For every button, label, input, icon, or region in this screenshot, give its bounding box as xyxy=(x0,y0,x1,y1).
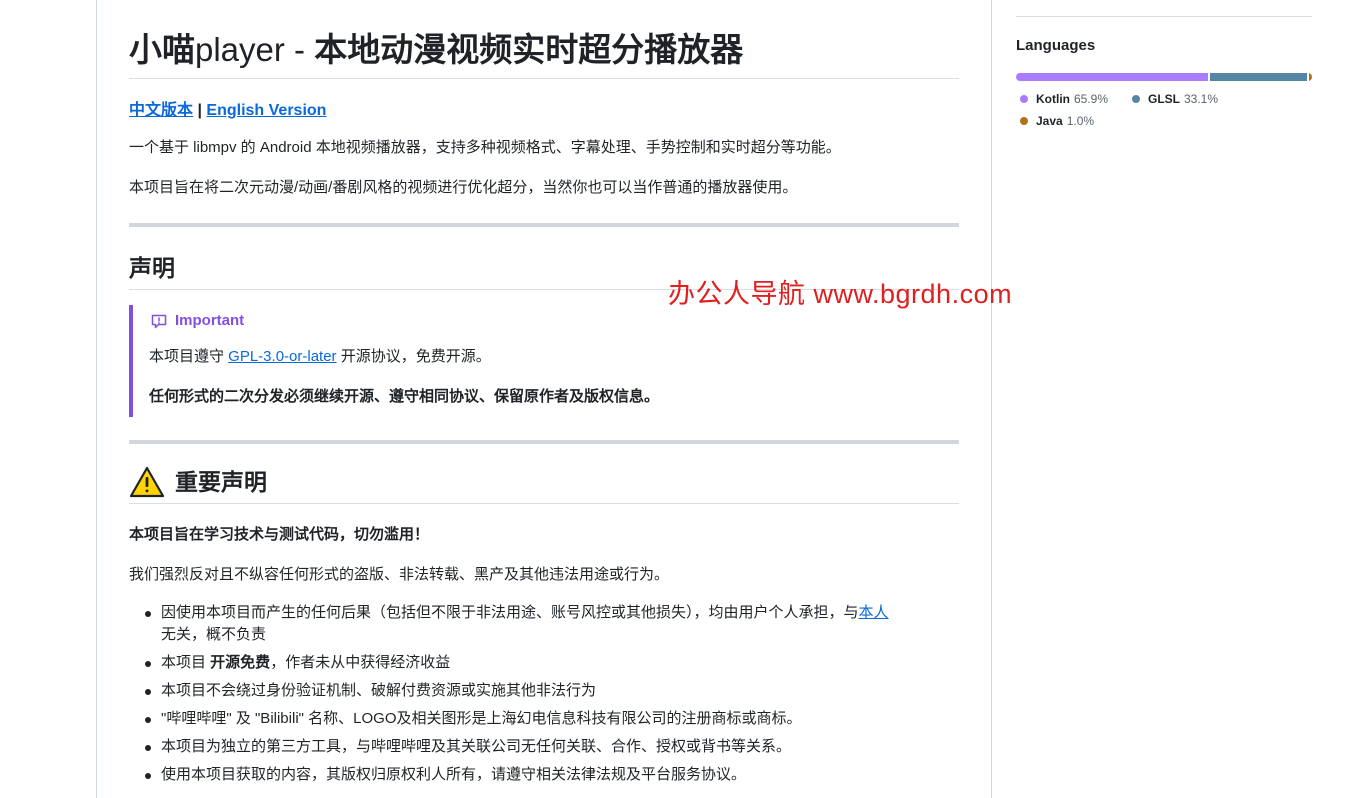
alert-line-1: 本项目遵守 GPL-3.0-or-later 开源协议，免费开源。 xyxy=(149,346,491,368)
gpl-license-link[interactable]: GPL-3.0-or-later xyxy=(228,348,336,365)
language-name: Java xyxy=(1036,114,1063,128)
disclaimer-list: 因使用本项目而产生的任何后果（包括但不限于非法用途、账号风控或其他损失），均由用… xyxy=(129,602,959,792)
divider xyxy=(129,440,959,444)
list-item-text: 因使用本项目而产生的任何后果（包括但不限于非法用途、账号风控或其他损失），均由用… xyxy=(161,604,859,621)
language-item-kotlin[interactable]: Kotlin 65.9% xyxy=(1020,92,1108,106)
list-item: 本项目不会绕过身份验证机制、破解付费资源或实施其他非法行为 xyxy=(129,680,959,702)
language-bar-segment-glsl xyxy=(1210,73,1308,81)
readme-title: 小喵player - 本地动漫视频实时超分播放器 xyxy=(129,28,959,79)
author-link[interactable]: 本人 xyxy=(859,604,889,621)
warning-paragraph: 我们强烈反对且不纵容任何形式的盗版、非法转载、黑产及其他违法用途或行为。 xyxy=(129,566,670,583)
warning-icon xyxy=(129,466,165,498)
list-item: 使用本项目获取的内容，其版权归原权利人所有，请遵守相关法律法规及平台服务协议。 xyxy=(129,764,959,786)
warning-bold-line: 本项目旨在学习技术与测试代码，切勿滥用！ xyxy=(129,526,430,543)
link-separator: | xyxy=(197,102,202,119)
list-item-text: 本项目 xyxy=(161,654,211,671)
intro-paragraph-1: 一个基于 libmpv 的 Android 本地视频播放器，支持多种视频格式、字… xyxy=(129,139,841,156)
language-bar-segment-java xyxy=(1309,73,1312,81)
languages-title: Languages xyxy=(1016,37,1096,54)
alert-title-text: Important xyxy=(175,312,245,329)
important-alert: Important 本项目遵守 GPL-3.0-or-later 开源协议，免费… xyxy=(129,305,959,417)
alert-line-1-pre: 本项目遵守 xyxy=(149,348,229,365)
language-item-glsl[interactable]: GLSL 33.1% xyxy=(1132,92,1218,106)
alert-line-1-post: 开源协议，免费开源。 xyxy=(336,348,491,365)
list-item-bold: 开源免费 xyxy=(210,654,271,671)
language-bar xyxy=(1016,73,1312,81)
english-version-link[interactable]: English Version xyxy=(206,102,326,119)
language-bar-segment-kotlin xyxy=(1016,73,1209,81)
alert-line-2: 任何形式的二次分发必须继续开源、遵守相同协议、保留原作者及版权信息。 xyxy=(149,388,660,405)
alert-title: Important xyxy=(151,312,244,329)
title-suffix: 本地动漫视频实时超分播放器 xyxy=(314,31,744,68)
list-item-text-post: ，作者未从中获得经济收益 xyxy=(270,654,451,671)
section-title-text: 重要声明 xyxy=(175,469,267,495)
language-percent: 65.9% xyxy=(1074,92,1109,106)
list-item: 因使用本项目而产生的任何后果（包括但不限于非法用途、账号风控或其他损失），均由用… xyxy=(129,602,959,646)
language-links: 中文版本 | English Version xyxy=(129,96,326,120)
list-item: 本项目为独立的第三方工具，与哔哩哔哩及其关联公司无任何关联、合作、授权或背书等关… xyxy=(129,736,959,758)
language-color-dot xyxy=(1020,117,1028,125)
language-color-dot xyxy=(1020,95,1028,103)
language-name: Kotlin xyxy=(1036,92,1070,106)
watermark: 办公人导航 www.bgrdh.com xyxy=(668,279,1013,309)
language-item-java[interactable]: Java 1.0% xyxy=(1020,114,1094,128)
list-item: "哔哩哔哩" 及 "Bilibili" 名称、LOGO及相关图形是上海幻电信息科… xyxy=(129,708,959,730)
chinese-version-link[interactable]: 中文版本 xyxy=(129,102,193,119)
language-percent: 1.0% xyxy=(1066,114,1095,128)
language-percent: 33.1% xyxy=(1184,92,1219,106)
report-icon xyxy=(151,314,167,328)
title-latin: player - xyxy=(195,31,315,68)
divider xyxy=(129,223,959,227)
intro-paragraph-2: 本项目旨在将二次元动漫/动画/番剧风格的视频进行优化超分，当然你也可以当作普通的… xyxy=(129,179,798,196)
list-item: 本项目 开源免费，作者未从中获得经济收益 xyxy=(129,652,959,674)
sidebar-divider xyxy=(1016,16,1312,17)
language-color-dot xyxy=(1132,95,1140,103)
list-item-text-tail: 无关，概不负责 xyxy=(161,626,267,643)
language-name: GLSL xyxy=(1148,92,1180,106)
title-prefix: 小喵 xyxy=(129,31,195,68)
section-title-important-statement: 重要声明 xyxy=(129,465,959,504)
